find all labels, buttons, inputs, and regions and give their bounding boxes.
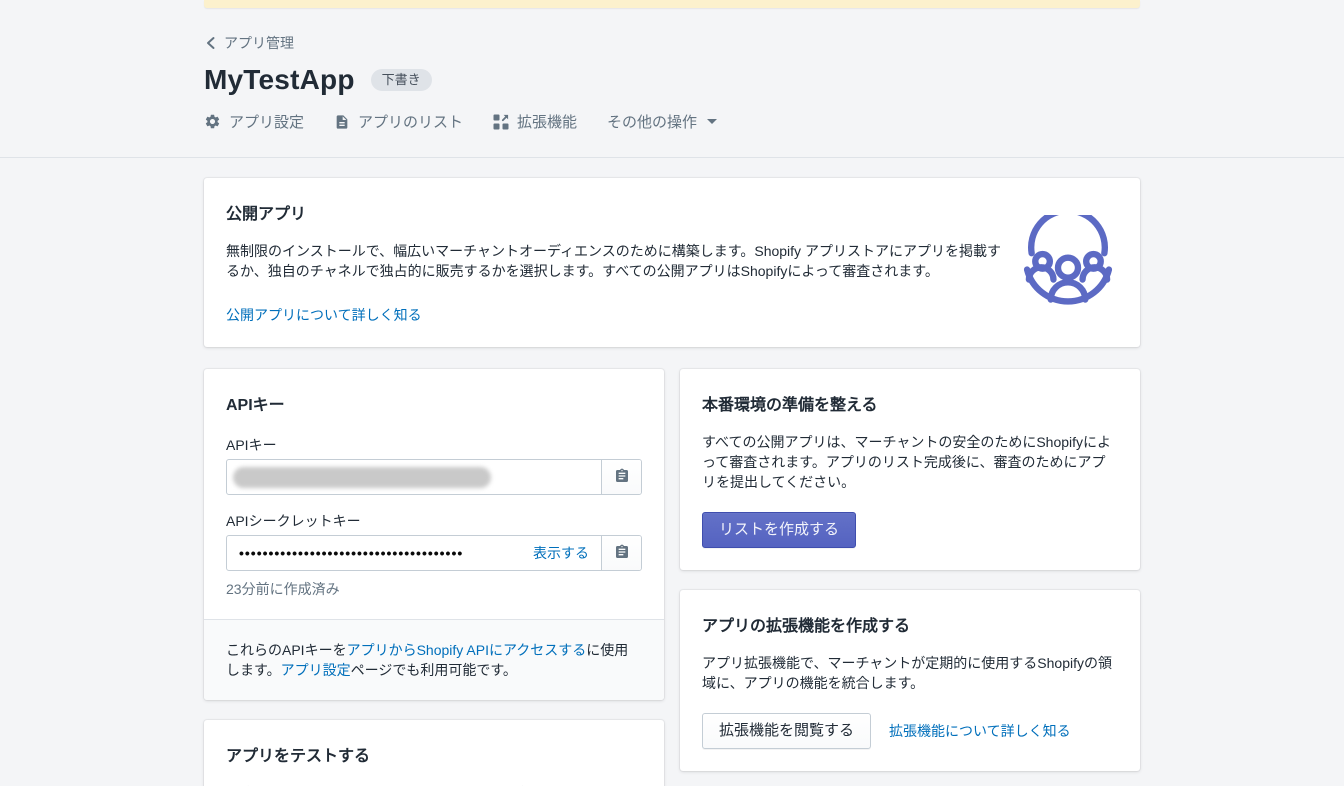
footer-text: これらのAPIキーを [226,642,347,658]
reveal-secret-link[interactable]: 表示する [521,543,601,563]
secret-created-note: 23分前に作成済み [226,581,340,597]
clipboard-icon [614,468,630,487]
redacted-key-blur [233,466,492,488]
api-key-label: APIキー [226,437,277,453]
document-icon [334,114,350,130]
production-readiness-card: 本番環境の準備を整える すべての公開アプリは、マーチャントの安全のためにShop… [680,369,1140,570]
nav-app-settings-label: アプリ設定 [229,114,305,131]
production-description: すべての公開アプリは、マーチャントの安全のためにShopifyによって審査されま… [702,434,1112,490]
nav-more-actions-label: その他の操作 [607,114,698,131]
production-title: 本番環境の準備を整える [702,397,878,414]
header-divider [0,157,1344,158]
status-badge: 下書き [370,69,432,91]
breadcrumb-label: アプリ管理 [224,35,294,51]
secret-key-masked-value: •••••••••••••••••••••••••••••••••••••• [239,545,464,561]
extensions-learn-link[interactable]: 拡張機能について詳しく知る [889,721,1071,741]
nav-app-settings[interactable]: アプリ設定 [204,111,304,132]
gear-icon [204,113,221,130]
secret-key-field: •••••••••••••••••••••••••••••••••••••• 表… [226,535,642,571]
people-group-illustration [1018,207,1118,320]
nav-app-listing-label: アプリのリスト [358,114,464,131]
page-title: MyTestApp [204,64,355,95]
secret-key-label: APIシークレットキー [226,513,361,529]
nav-extensions[interactable]: 拡張機能 [493,111,577,132]
api-key-field [226,459,642,495]
test-app-card: アプリをテストする 開発ストアでアプリをテストします。テストに使用されたストア [204,720,664,786]
browse-extensions-button[interactable]: 拡張機能を閲覧する [702,713,872,749]
extensions-icon [493,114,509,130]
test-app-title: アプリをテストする [226,748,371,765]
header-nav: アプリ設定 アプリのリスト 拡張機能 その他の操作 [204,111,1140,157]
clipboard-icon [614,544,630,563]
caret-down-icon [707,119,718,124]
public-app-card: 公開アプリ 無制限のインストールで、幅広いマーチャントオーディエンスのために構築… [204,178,1140,347]
app-extensions-card: アプリの拡張機能を作成する アプリ拡張機能で、マーチャントが定期的に使用するSh… [680,590,1140,771]
create-listing-button[interactable]: リストを作成する [702,512,857,548]
public-app-description: 無制限のインストールで、幅広いマーチャントオーディエンスのために構築します。Sh… [226,243,1001,279]
warning-banner-sliver [204,0,1140,8]
extensions-description: アプリ拡張機能で、マーチャントが定期的に使用するShopifyの領域に、アプリの… [702,655,1112,691]
copy-secret-key-button[interactable] [601,536,641,570]
extensions-title: アプリの拡張機能を作成する [702,618,911,635]
chevron-left-icon [204,36,217,50]
api-key-value-redacted[interactable] [227,460,601,494]
breadcrumb[interactable]: アプリ管理 [204,33,294,53]
api-keys-title: APIキー [226,397,285,414]
access-api-link[interactable]: アプリからShopify APIにアクセスする [347,642,587,658]
app-settings-link[interactable]: アプリ設定 [281,662,351,678]
page-header: アプリ管理 MyTestApp 下書き アプリ設定 アプリのリスト 拡張機能 そ… [0,0,1344,158]
nav-app-listing[interactable]: アプリのリスト [334,111,463,132]
nav-extensions-label: 拡張機能 [517,114,578,131]
public-app-title: 公開アプリ [226,206,307,223]
nav-more-actions[interactable]: その他の操作 [607,111,718,132]
api-keys-card: APIキー APIキー APIシークレットキー ••••••••••••••••… [204,369,664,700]
copy-api-key-button[interactable] [601,460,641,494]
api-keys-footer: これらのAPIキーをアプリからShopify APIにアクセスするに使用します。… [204,619,664,700]
public-app-learn-link[interactable]: 公開アプリについて詳しく知る [226,307,422,323]
footer-text: ページでも利用可能です。 [350,662,517,678]
